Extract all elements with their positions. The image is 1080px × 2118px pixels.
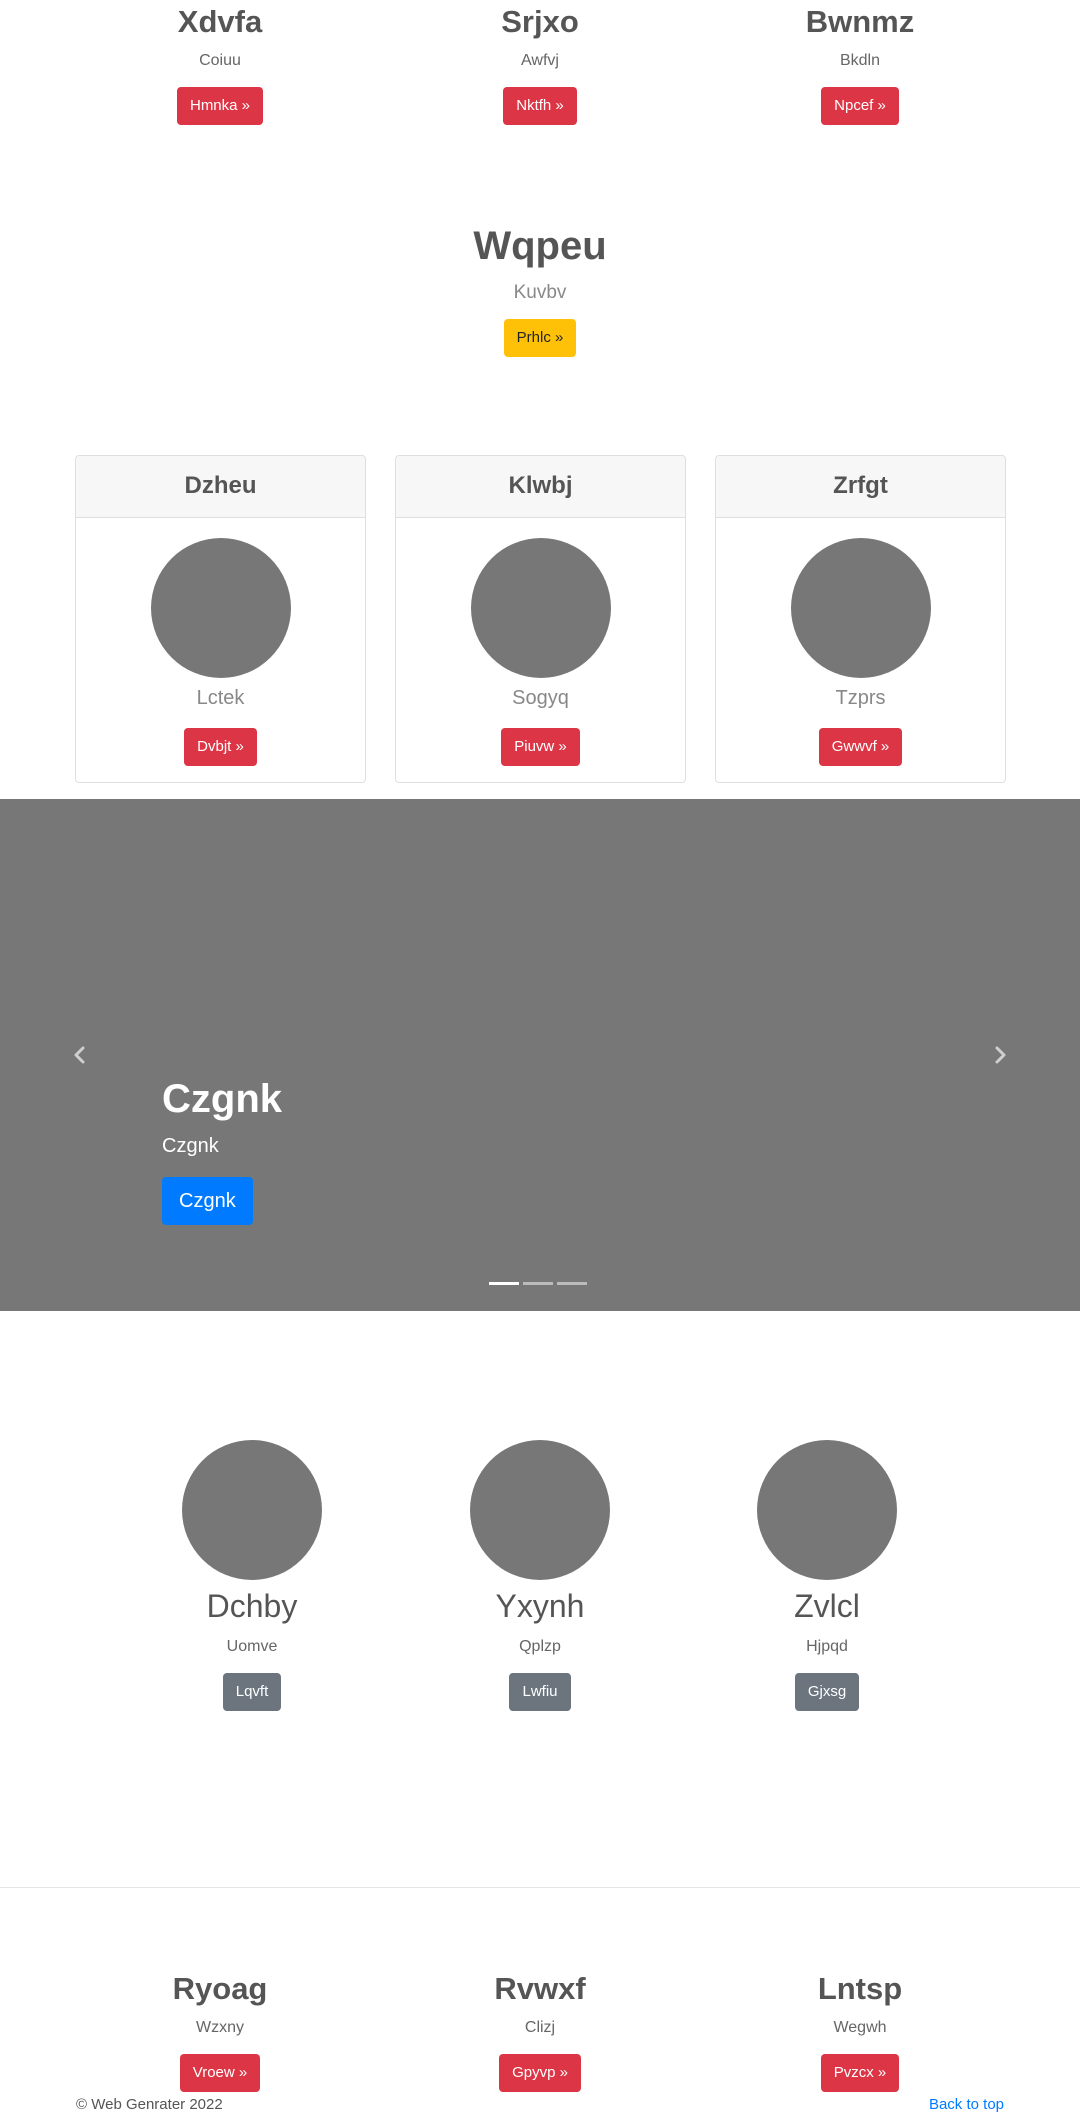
marketing-3: Zvlcl Hjpqd Gjxsg [677, 1440, 977, 1711]
bottom-feature-3: Lntsp Wegwh Pvzcx » [710, 1969, 1010, 2092]
marketing-button-2[interactable]: Lwfiu [509, 1673, 571, 1711]
marketing-image-placeholder [470, 1440, 610, 1580]
marketing-title: Yxynh [495, 1588, 585, 1624]
marketing-subtitle: Qplzp [519, 1638, 561, 1655]
card-button-3[interactable]: Gwwvf » [818, 728, 903, 766]
section-divider [0, 1887, 1080, 1888]
carousel-button[interactable]: Czgnk [162, 1177, 253, 1225]
chevron-right-icon [995, 1046, 1006, 1064]
carousel-indicator-1[interactable] [489, 1282, 519, 1285]
carousel-caption: Czgnk Czgnk Czgnk [162, 1074, 282, 1225]
carousel-indicator-3[interactable] [557, 1282, 587, 1285]
marketing-1: Dchby Uomve Lqvft [102, 1440, 402, 1711]
card-3: Zrfgt Tzprs Gwwvf » [715, 455, 1006, 783]
footer-copyright: © Web Genrater 2022 [76, 2096, 223, 2113]
card-text: Lctek [196, 687, 245, 709]
marketing-title: Dchby [206, 1588, 298, 1624]
feature-title: Srjxo [501, 4, 579, 39]
top-feature-3: Bwnmz Bkdln Npcef » [710, 2, 1010, 125]
card-button-2[interactable]: Piuvw » [501, 728, 580, 766]
marketing-subtitle: Hjpqd [806, 1638, 848, 1655]
marketing-subtitle: Uomve [226, 1638, 278, 1655]
hero-button[interactable]: Prhlc » [503, 319, 577, 357]
feature-button-2[interactable]: Nktfh » [503, 87, 577, 125]
card-image-placeholder [790, 538, 931, 678]
feature-button-1[interactable]: Hmnka » [176, 87, 264, 125]
hero-section: Wqpeu Kuvbv Prhlc » [0, 220, 1080, 357]
marketing-button-3[interactable]: Gjxsg [794, 1673, 860, 1711]
feature-title: Bwnmz [805, 4, 915, 39]
bottom-feature-button-2[interactable]: Gpyvp » [499, 2054, 581, 2092]
marketing-2: Yxynh Qplzp Lwfiu [390, 1440, 690, 1711]
feature-title: Rvwxf [494, 1971, 586, 2006]
card-1: Dzheu Lctek Dvbjt » [75, 455, 366, 783]
card-header: Zrfgt [716, 456, 1005, 518]
card-image-placeholder [470, 538, 611, 678]
marketing-image-placeholder [757, 1440, 897, 1580]
card-header: Klwbj [396, 456, 685, 518]
carousel: Czgnk Czgnk Czgnk [0, 799, 1080, 1311]
carousel-next-button[interactable] [980, 1035, 1020, 1075]
feature-subtitle: Awfvj [521, 52, 559, 69]
footer: © Web Genrater 2022 Back to top [0, 2094, 1080, 2116]
card-text: Tzprs [835, 687, 886, 709]
card-button-1[interactable]: Dvbjt » [184, 728, 257, 766]
card-image-placeholder [150, 538, 291, 678]
feature-subtitle: Wegwh [833, 2019, 887, 2036]
hero-title: Wqpeu [473, 224, 607, 268]
feature-title: Xdvfa [177, 4, 263, 39]
carousel-text: Czgnk [162, 1135, 219, 1157]
carousel-indicator-2[interactable] [523, 1282, 553, 1285]
carousel-indicators [489, 1282, 587, 1285]
marketing-title: Zvlcl [794, 1588, 860, 1624]
bottom-feature-button-3[interactable]: Pvzcx » [820, 2054, 900, 2092]
top-feature-2: Srjxo Awfvj Nktfh » [390, 2, 690, 125]
feature-button-3[interactable]: Npcef » [821, 87, 899, 125]
feature-title: Ryoag [172, 1971, 268, 2006]
feature-subtitle: Clizj [524, 2019, 556, 2036]
card-text: Sogyq [512, 687, 569, 709]
bottom-feature-button-1[interactable]: Vroew » [179, 2054, 261, 2092]
page: Xdvfa Coiuu Hmnka » Srjxo Awfvj Nktfh » … [0, 0, 1080, 2118]
bottom-feature-2: Rvwxf Clizj Gpyvp » [390, 1969, 690, 2092]
feature-subtitle: Bkdln [839, 52, 881, 69]
carousel-title: Czgnk [162, 1077, 282, 1121]
marketing-button-1[interactable]: Lqvft [222, 1673, 282, 1711]
chevron-left-icon [74, 1046, 85, 1064]
back-to-top-link[interactable]: Back to top [929, 2094, 1004, 2116]
marketing-image-placeholder [182, 1440, 322, 1580]
hero-lead: Kuvbv [513, 282, 567, 303]
top-feature-1: Xdvfa Coiuu Hmnka » [70, 2, 370, 125]
bottom-feature-1: Ryoag Wzxny Vroew » [70, 1969, 370, 2092]
card-2: Klwbj Sogyq Piuvw » [395, 455, 686, 783]
feature-subtitle: Coiuu [199, 52, 241, 69]
card-header: Dzheu [76, 456, 365, 518]
carousel-prev-button[interactable] [60, 1035, 100, 1075]
feature-subtitle: Wzxny [196, 2019, 244, 2036]
feature-title: Lntsp [817, 1971, 903, 2006]
